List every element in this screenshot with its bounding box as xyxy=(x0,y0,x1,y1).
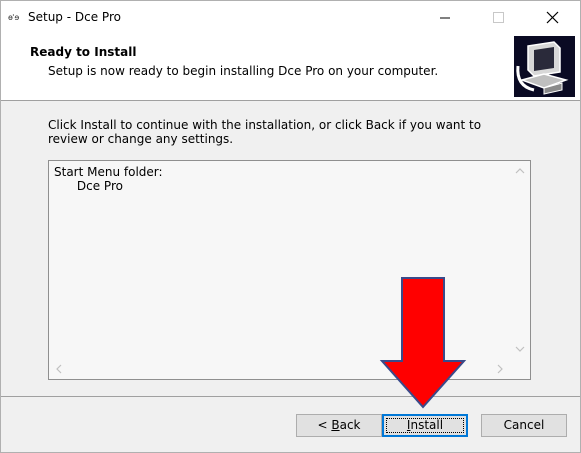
minimize-button[interactable] xyxy=(422,1,468,34)
back-prefix: < xyxy=(317,418,332,432)
install-instructions: Click Install to continue with the insta… xyxy=(48,118,482,146)
window-title: Setup - Dce Pro xyxy=(28,10,121,24)
install-button[interactable]: Install xyxy=(382,414,468,437)
minimize-icon xyxy=(440,17,450,19)
scroll-up-icon[interactable] xyxy=(515,167,525,175)
page-subtitle: Setup is now ready to begin installing D… xyxy=(48,64,439,78)
page-title: Ready to Install xyxy=(30,45,137,59)
setup-window: ɵʿɘ Setup - Dce Pro Ready to Install Set… xyxy=(0,0,581,453)
close-icon xyxy=(546,11,559,24)
cancel-button[interactable]: Cancel xyxy=(481,414,567,437)
footer-divider xyxy=(1,396,580,397)
scroll-left-icon[interactable] xyxy=(55,364,63,374)
maximize-button[interactable] xyxy=(476,1,522,34)
memo-text: Start Menu folder: Dce Pro xyxy=(54,165,163,193)
back-access-key: B xyxy=(331,418,340,432)
installer-logo xyxy=(514,36,575,97)
wizard-header: Ready to Install Setup is now ready to b… xyxy=(1,34,580,101)
scroll-right-icon[interactable] xyxy=(496,364,504,374)
back-button[interactable]: < Back xyxy=(296,414,382,437)
maximize-icon xyxy=(493,12,504,23)
back-label: ack xyxy=(339,418,361,432)
focus-rect xyxy=(386,418,464,433)
red-down-arrow-icon xyxy=(379,277,467,409)
computer-icon xyxy=(514,36,575,97)
app-icon: ɵʿɘ xyxy=(8,13,19,22)
title-bar: ɵʿɘ Setup - Dce Pro xyxy=(1,1,580,34)
close-button[interactable] xyxy=(530,1,576,34)
scroll-down-icon[interactable] xyxy=(515,345,525,353)
